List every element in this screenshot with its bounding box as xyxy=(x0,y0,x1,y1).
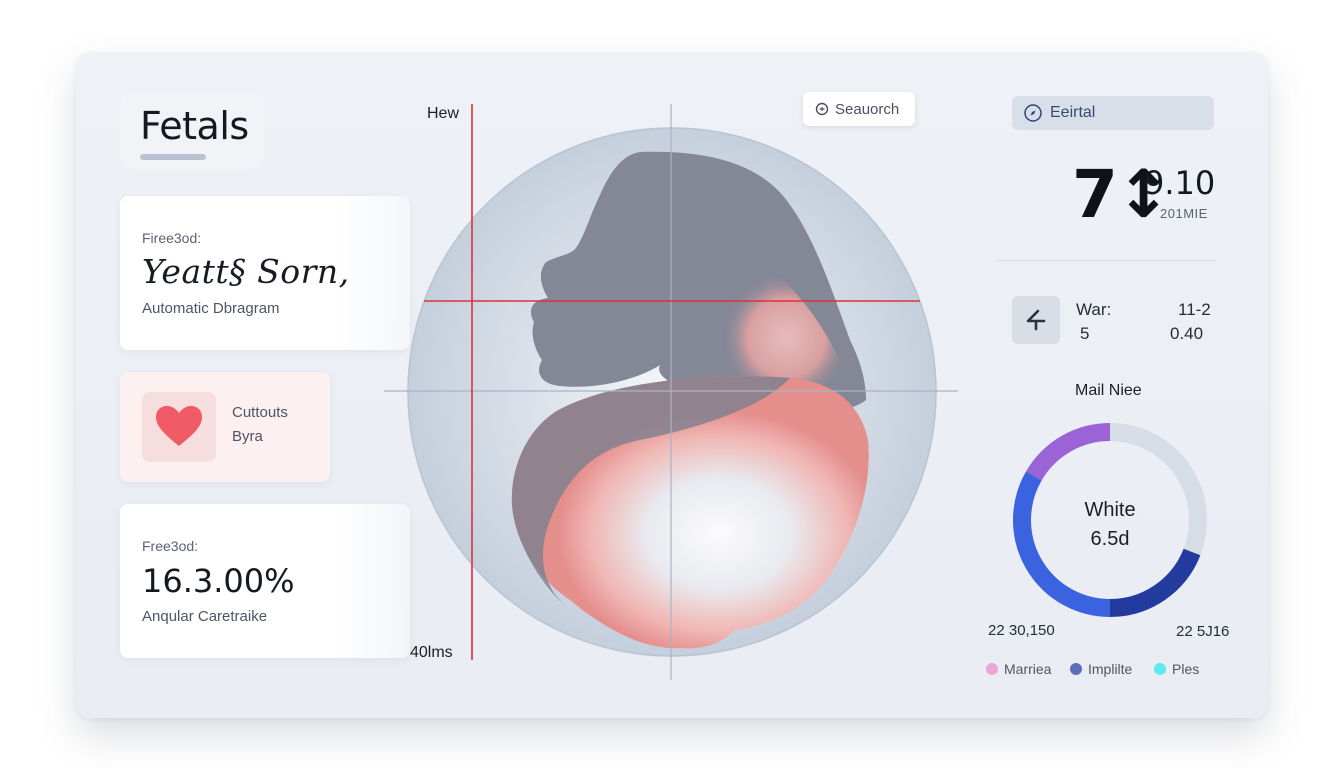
donut-center-value: 6.5d xyxy=(1090,528,1130,550)
stat-bottom-right: 0.40 xyxy=(1170,324,1204,343)
donut-title: Mail Niee xyxy=(1075,382,1142,399)
arrow-left-icon xyxy=(1026,309,1046,331)
legend-item-2[interactable]: Implilte xyxy=(1070,661,1132,677)
war-label: War: xyxy=(1076,300,1112,319)
legend-label: Ples xyxy=(1172,661,1200,677)
fetal-selector[interactable]: Eeirtal xyxy=(1012,96,1214,130)
section-divider xyxy=(998,260,1216,261)
brand-card[interactable]: Fetals xyxy=(120,92,264,170)
percentage-value: 16.3.00% xyxy=(142,562,295,600)
search-icon xyxy=(815,102,829,116)
stat-top-right: 11-2 xyxy=(1178,300,1211,319)
legend-swatch xyxy=(986,663,998,675)
summary-card-title: Yeatt§ Sorn, xyxy=(142,252,350,291)
back-button[interactable] xyxy=(1012,296,1060,344)
search-button-label: Seauorch xyxy=(835,100,900,118)
legend-item-1[interactable]: Marriea xyxy=(986,661,1051,677)
percentage-card-subtitle: Anqular Caretraike xyxy=(142,608,268,625)
legend-label: Implilte xyxy=(1088,661,1133,677)
summary-card-subtitle: Automatic Dbragram xyxy=(142,300,280,317)
legend-item-3[interactable]: Ples xyxy=(1154,661,1199,677)
donut-segment-purple xyxy=(1026,423,1111,481)
summary-card-label: Firee3od: xyxy=(142,230,202,246)
summary-card[interactable]: Firee3od: Yeatt§ Sorn, Automatic Dbragra… xyxy=(120,196,410,350)
war-value: 5 xyxy=(1080,324,1090,343)
brand-underline xyxy=(140,154,206,160)
cutouts-card[interactable]: Cuttouts Byra xyxy=(120,372,330,482)
heart-icon xyxy=(156,406,202,446)
readout-unit: 201MIE xyxy=(1160,206,1208,221)
fetal-selector-label: Eeirtal xyxy=(1050,104,1096,121)
readout-decimal: 9.10 xyxy=(1144,164,1216,202)
percentage-card[interactable]: Free3od: 16.3.00% Anqular Caretraike xyxy=(120,504,410,658)
cutouts-sublabel: Byra xyxy=(232,428,263,445)
legend-label: Marriea xyxy=(1004,661,1052,677)
compass-icon xyxy=(1024,104,1042,122)
donut-center-label: White xyxy=(1084,499,1136,521)
cutouts-label: Cuttouts xyxy=(232,404,288,421)
search-button[interactable]: Seauorch xyxy=(803,92,915,126)
heart-icon-box xyxy=(142,392,216,462)
donut-segment-navy xyxy=(1109,548,1201,617)
percentage-card-label: Free3od: xyxy=(142,538,199,554)
legend-swatch xyxy=(1070,663,1082,675)
legend-swatch xyxy=(1154,663,1166,675)
donut-right-caption: 22 5J16 xyxy=(1176,623,1230,640)
donut-left-caption: 22 30,150 xyxy=(988,622,1055,639)
donut-center: White 6.5d xyxy=(1060,496,1160,554)
brand-title: Fetals xyxy=(140,104,249,148)
